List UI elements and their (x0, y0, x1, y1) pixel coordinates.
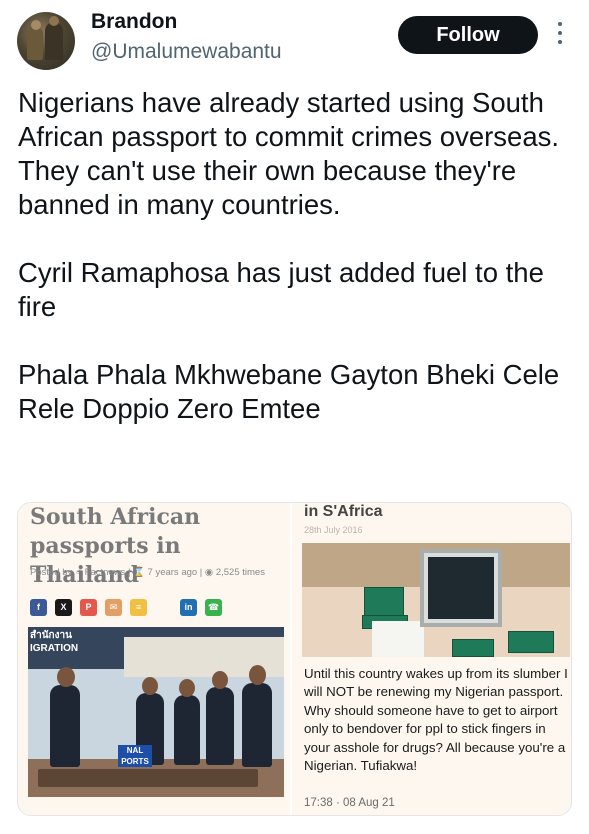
tweet-header: Brandon @Umalumewabantu Follow (0, 0, 589, 80)
avatar-figure-head (31, 20, 41, 30)
linkedin-icon: in (180, 599, 197, 616)
display-name[interactable]: Brandon (91, 10, 177, 34)
photo-monitor (420, 549, 502, 627)
email-icon: ✉ (105, 599, 122, 616)
photo-officer-head (212, 671, 228, 689)
article-headline: in S'Africa (304, 503, 383, 520)
photo-officer (174, 695, 200, 765)
passport-stack (452, 639, 494, 657)
article-meta: Posted by ♂ Factnews | ⌛ 7 years ago | ◉… (30, 567, 265, 578)
tweet-paragraph: Cyril Ramaphosa has just added fuel to t… (18, 257, 544, 322)
avatar-figure (45, 22, 63, 60)
passport-stack (508, 631, 554, 653)
print-icon: ≡ (130, 599, 147, 616)
tweet-media[interactable]: South African passports in Thailand Post… (17, 502, 572, 816)
avatar[interactable] (17, 12, 75, 70)
x-icon: X (55, 599, 72, 616)
photo-officer-head (57, 667, 75, 687)
photo-officer (206, 687, 234, 765)
passport-photo (302, 543, 570, 657)
tweet-paragraph: Nigerians have already started using Sou… (18, 87, 560, 220)
user-handle[interactable]: @Umalumewabantu (91, 40, 282, 64)
photo-banner-text: สำนักงาน IGRATION (30, 630, 79, 654)
media-image-right[interactable]: in S'Africa 28th July 2016 Until this co… (292, 503, 571, 815)
article-date: 28th July 2016 (304, 525, 363, 535)
comment-timestamp: 17:38 · 08 Aug 21 (304, 797, 395, 809)
photo-officer-head (142, 677, 158, 695)
photo-officer (50, 685, 80, 767)
whatsapp-icon: ☎ (205, 599, 222, 616)
photo-sign: NAL PORTS (118, 745, 152, 767)
article-photo: สำนักงาน IGRATION NAL PORTS (28, 627, 284, 797)
photo-officer (242, 683, 272, 767)
tweet-paragraph: Phala Phala Mkhwebane Gayton Bheki Cele … (18, 359, 560, 424)
photo-officer-head (179, 679, 195, 697)
pinterest-icon: P (80, 599, 97, 616)
media-image-left[interactable]: South African passports in Thailand Post… (18, 503, 290, 815)
avatar-figure (27, 26, 43, 60)
facebook-icon: f (30, 599, 47, 616)
photo-officer-head (249, 665, 266, 685)
screenshot-comment: Until this country wakes up from its slu… (304, 666, 568, 774)
avatar-figure-head (49, 16, 59, 26)
photo-table (38, 769, 258, 787)
follow-button[interactable]: Follow (398, 16, 538, 54)
tweet-body: Nigerians have already started using Sou… (18, 86, 578, 460)
more-options-icon[interactable] (552, 22, 568, 48)
photo-box (372, 621, 424, 657)
